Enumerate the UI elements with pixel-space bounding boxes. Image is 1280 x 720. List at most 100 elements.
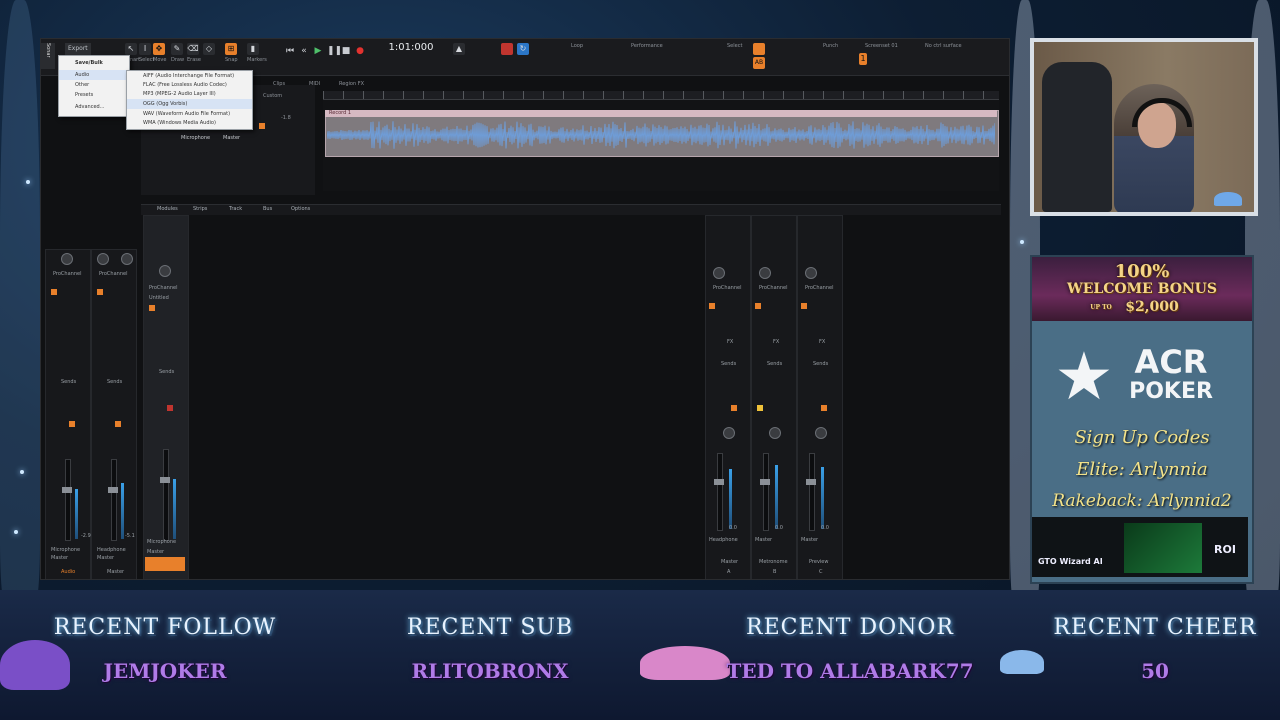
volume-fader-track[interactable] bbox=[809, 453, 815, 531]
console-tab-strips[interactable]: Strips bbox=[193, 206, 207, 212]
rewind-icon[interactable]: « bbox=[299, 46, 309, 56]
strip-output-label[interactable]: Master bbox=[755, 537, 772, 543]
timeline-ruler[interactable] bbox=[323, 91, 999, 100]
menu-item-advanced[interactable]: Advanced... bbox=[59, 102, 129, 112]
strip-name-label[interactable]: Preview bbox=[809, 559, 828, 565]
strip-input-label[interactable]: Headphone bbox=[97, 547, 126, 553]
record-toggle[interactable] bbox=[167, 405, 173, 411]
fx-label[interactable]: FX bbox=[773, 339, 779, 345]
prochannel-label[interactable]: ProChannel bbox=[713, 285, 741, 291]
volume-fader-handle[interactable] bbox=[760, 479, 770, 485]
console-tab-bus[interactable]: Bus bbox=[263, 206, 272, 212]
smart-tool-icon[interactable]: ↖ bbox=[125, 43, 137, 55]
rewind-start-icon[interactable]: ⏮ bbox=[285, 46, 295, 56]
ab-icon[interactable]: AB bbox=[753, 57, 765, 69]
console-tab-track[interactable]: Track bbox=[229, 206, 242, 212]
strip-bus-label[interactable]: Master bbox=[97, 555, 114, 561]
strip-output-label[interactable]: Headphone bbox=[709, 537, 738, 543]
volume-fader-handle[interactable] bbox=[714, 479, 724, 485]
menu-item-save-bulk[interactable]: Save/Bulk bbox=[59, 58, 129, 68]
fx-toggle[interactable] bbox=[149, 305, 155, 311]
mute-toggle[interactable] bbox=[69, 421, 75, 427]
erase-tool-icon-2[interactable]: ◇ bbox=[203, 43, 215, 55]
volume-fader-handle[interactable] bbox=[108, 487, 118, 493]
track-record-arm[interactable] bbox=[259, 123, 265, 129]
prochannel-label[interactable]: ProChannel bbox=[805, 285, 833, 291]
volume-fader-track[interactable] bbox=[111, 459, 117, 541]
gain-knob[interactable] bbox=[713, 267, 725, 279]
strip-input-label[interactable]: Microphone bbox=[147, 539, 176, 545]
console-tab-modules[interactable]: Modules bbox=[157, 206, 178, 212]
pan-knob[interactable] bbox=[723, 427, 735, 439]
volume-fader-handle[interactable] bbox=[62, 487, 72, 493]
menu-item-audio[interactable]: Audio bbox=[59, 70, 129, 80]
bus-strip[interactable] bbox=[751, 215, 797, 579]
timecode-display[interactable]: 1:01:000 bbox=[381, 42, 441, 58]
fx-toggle[interactable] bbox=[97, 289, 103, 295]
strip-input-label[interactable]: Microphone bbox=[51, 547, 80, 553]
fx-label[interactable]: FX bbox=[727, 339, 733, 345]
volume-fader-track[interactable] bbox=[163, 449, 169, 541]
solo-toggle[interactable] bbox=[757, 405, 763, 411]
menu-item-presets[interactable]: Presets bbox=[59, 90, 129, 100]
strip-name-label[interactable]: Audio bbox=[61, 569, 75, 575]
console-tab-options[interactable]: Options bbox=[291, 206, 310, 212]
fx-toggle[interactable] bbox=[709, 303, 715, 309]
prochannel-label[interactable]: ProChannel bbox=[759, 285, 787, 291]
strip-name-label[interactable]: Master bbox=[721, 559, 738, 565]
fx-toggle[interactable] bbox=[51, 289, 57, 295]
strip-output-label[interactable]: Master bbox=[801, 537, 818, 543]
bus-strip[interactable] bbox=[797, 215, 843, 579]
app-logo[interactable]: Sonar bbox=[41, 43, 55, 69]
strip-bus-label[interactable]: Master bbox=[51, 555, 68, 561]
gain-knob[interactable] bbox=[97, 253, 109, 265]
solo-toggle[interactable] bbox=[821, 405, 827, 411]
untitled-label[interactable]: Untitled bbox=[149, 295, 169, 301]
draw-tool-icon[interactable]: ✎ bbox=[171, 43, 183, 55]
menu-item-other[interactable]: Other bbox=[59, 80, 129, 90]
select-tool-icon[interactable]: I bbox=[139, 43, 151, 55]
fx-toggle[interactable] bbox=[801, 303, 807, 309]
pan-knob[interactable] bbox=[769, 427, 781, 439]
track-output[interactable]: Master bbox=[223, 135, 240, 141]
volume-fader-handle[interactable] bbox=[806, 479, 816, 485]
volume-fader-track[interactable] bbox=[717, 453, 723, 531]
gain-knob[interactable] bbox=[61, 253, 73, 265]
strip-name-selected[interactable] bbox=[145, 557, 185, 571]
format-wma[interactable]: WMA (Windows Media Audio) bbox=[127, 118, 252, 128]
metronome-icon[interactable]: ▲ bbox=[453, 43, 465, 55]
prochannel-label[interactable]: ProChannel bbox=[99, 271, 127, 277]
clip-header[interactable] bbox=[325, 110, 997, 117]
strip-name-label[interactable]: Metronome bbox=[759, 559, 788, 565]
gain-knob[interactable] bbox=[759, 267, 771, 279]
volume-fader-handle[interactable] bbox=[160, 477, 170, 483]
record-icon[interactable]: ● bbox=[355, 46, 365, 56]
play-icon[interactable]: ▶ bbox=[313, 46, 323, 56]
export-menu-button[interactable]: Export bbox=[65, 43, 91, 55]
move-tool-icon[interactable]: ✥ bbox=[153, 43, 165, 55]
format-ogg[interactable]: OGG (Ogg Vorbis) bbox=[127, 99, 252, 109]
stop-icon[interactable]: ■ bbox=[341, 46, 351, 56]
snap-icon[interactable]: ⊞ bbox=[225, 43, 237, 55]
markers-icon[interactable]: ▮ bbox=[247, 43, 259, 55]
strip-name-label[interactable]: Master bbox=[107, 569, 124, 575]
pause-icon[interactable]: ❚❚ bbox=[327, 46, 342, 56]
screenset-1-button[interactable]: 1 bbox=[859, 53, 867, 65]
erase-tool-icon[interactable]: ⌫ bbox=[187, 43, 199, 55]
bus-strip[interactable] bbox=[705, 215, 751, 579]
volume-fader-track[interactable] bbox=[65, 459, 71, 541]
fx-label[interactable]: FX bbox=[819, 339, 825, 345]
track-input[interactable]: Microphone bbox=[181, 135, 210, 141]
prochannel-label[interactable]: ProChannel bbox=[149, 285, 177, 291]
pan-knob[interactable] bbox=[815, 427, 827, 439]
volume-fader-track[interactable] bbox=[763, 453, 769, 531]
gain-knob[interactable] bbox=[121, 253, 133, 265]
gain-knob[interactable] bbox=[159, 265, 171, 277]
snap-grid-icon[interactable] bbox=[753, 43, 765, 55]
mute-toggle[interactable] bbox=[115, 421, 121, 427]
gain-knob[interactable] bbox=[805, 267, 817, 279]
punch-icon[interactable] bbox=[501, 43, 513, 55]
strip-bus-label[interactable]: Master bbox=[147, 549, 164, 555]
fx-toggle[interactable] bbox=[755, 303, 761, 309]
prochannel-label[interactable]: ProChannel bbox=[53, 271, 81, 277]
